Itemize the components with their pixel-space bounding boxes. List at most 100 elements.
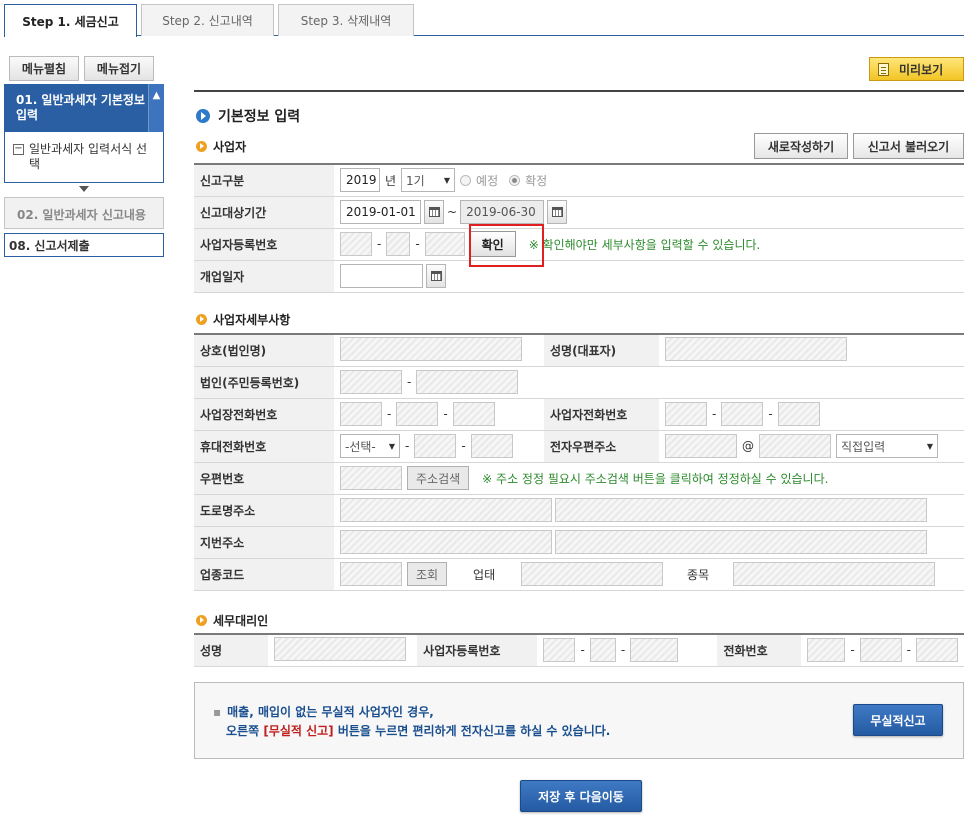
sidebar-item-submit[interactable]: 08. 신고서제출 xyxy=(4,233,164,257)
no-activity-report-button[interactable]: 무실적신고 xyxy=(853,704,943,736)
agent-table: 성명 사업자등록번호 - - 전화번호 - - xyxy=(194,633,964,667)
agent-phone-part1[interactable] xyxy=(807,638,846,663)
email-domain-select[interactable]: 직접입력 ▼ xyxy=(836,434,938,458)
details-table: 상호(법인명) 성명(대표자) 법인(주민등록번호) - 사업장전화번호 - -… xyxy=(194,333,964,591)
label-corp-number: 법인(주민등록번호) xyxy=(194,366,334,399)
office-phone-part3[interactable] xyxy=(452,402,495,426)
agent-biz-part1[interactable] xyxy=(543,638,576,663)
section-title-agent: 세무대리인 xyxy=(196,612,268,629)
save-next-button[interactable]: 저장 후 다음이동 xyxy=(520,780,642,812)
email-id-field[interactable] xyxy=(665,434,737,458)
radio-confirmed[interactable] xyxy=(509,174,521,186)
office-phone-part1[interactable] xyxy=(340,402,382,426)
label-lot-address: 지번주소 xyxy=(194,526,334,559)
mobile-part2[interactable] xyxy=(414,434,457,458)
corp-number-part1[interactable] xyxy=(340,370,402,394)
address-search-button[interactable]: 주소검색 xyxy=(407,466,470,490)
label-mobile: 휴대전화번호 xyxy=(194,430,334,463)
business-type-field[interactable] xyxy=(521,562,664,586)
mobile-part3[interactable] xyxy=(470,434,513,458)
sidebar-item-report-content[interactable]: 02. 일반과세자 신고내용 xyxy=(4,197,164,229)
representative-field[interactable] xyxy=(665,336,847,361)
biz-number-part1[interactable] xyxy=(340,232,372,256)
agent-phone-part2[interactable] xyxy=(859,638,902,663)
corp-number-part2[interactable] xyxy=(416,370,519,394)
lookup-button[interactable]: 조회 xyxy=(407,562,448,586)
menu-collapse-button[interactable]: 메뉴접기 xyxy=(84,56,154,81)
label-report-type: 신고구분 xyxy=(194,164,334,197)
chevron-up-icon[interactable]: ▲ xyxy=(148,84,164,132)
label-company-name: 상호(법인명) xyxy=(194,334,334,367)
biz-phone-part3[interactable] xyxy=(777,402,820,426)
business-table: 신고구분 2019 년 1기 ▼ 예정 확정 신고대상기간 2019-01-01 … xyxy=(194,163,964,293)
label-biz-phone: 사업자전화번호 xyxy=(544,398,659,431)
sidebar-item-basic-info[interactable]: 01. 일반과세자 기본정보 입력 ▲ xyxy=(4,84,164,132)
industry-code-field[interactable] xyxy=(340,562,402,586)
preview-button[interactable]: 미리보기 xyxy=(869,57,964,81)
section-title-text: 사업자 xyxy=(213,140,247,154)
tab-step3[interactable]: Step 3. 삭제내역 xyxy=(278,4,414,36)
arrow-circle-icon xyxy=(196,109,210,123)
biz-number-part2[interactable] xyxy=(386,232,411,256)
dash: - xyxy=(387,407,392,421)
period-end-field[interactable]: 2019-06-30 xyxy=(460,200,545,224)
label-agent-phone: 전화번호 xyxy=(717,634,802,667)
open-date-field[interactable] xyxy=(340,264,423,288)
agent-biz-part2[interactable] xyxy=(589,638,616,663)
sidebar-subitem-label: 일반과세자 입력서식 선택 xyxy=(29,142,148,171)
document-icon xyxy=(878,62,889,76)
company-name-field[interactable] xyxy=(340,336,522,361)
notice-line1: 매출, 매입이 없는 무실적 사업자인 경우, xyxy=(227,705,434,719)
section-title-details: 사업자세부사항 xyxy=(196,311,290,328)
lot-address-field2[interactable] xyxy=(555,530,927,554)
radio-planned-label: 예정 xyxy=(476,173,499,188)
bullet-icon xyxy=(196,615,207,626)
agent-phone-part3[interactable] xyxy=(916,638,958,663)
page-title-text: 기본정보 입력 xyxy=(218,109,301,125)
calendar-icon[interactable] xyxy=(424,200,444,224)
calendar-icon[interactable] xyxy=(547,200,568,224)
agent-biz-part3[interactable] xyxy=(630,638,679,663)
tab-step2[interactable]: Step 2. 신고내역 xyxy=(141,4,274,36)
biz-phone-part1[interactable] xyxy=(665,402,707,426)
dash: - xyxy=(850,643,855,658)
dash: - xyxy=(768,407,773,421)
mobile-select-value: -선택- xyxy=(345,439,376,454)
email-domain-field[interactable] xyxy=(759,434,831,458)
bullet: ▪ xyxy=(213,705,222,719)
business-item-field[interactable] xyxy=(733,562,936,586)
biz-phone-part2[interactable] xyxy=(721,402,764,426)
zip-field[interactable] xyxy=(340,466,402,490)
period-start-field[interactable]: 2019-01-01 xyxy=(340,200,421,224)
label-business-type: 업태 xyxy=(473,567,496,582)
label-agent-name: 성명 xyxy=(194,634,268,667)
tab-step1[interactable]: Step 1. 세금신고 xyxy=(4,4,137,37)
load-form-button[interactable]: 신고서 불러오기 xyxy=(853,133,964,159)
section-title-business: 사업자 xyxy=(196,138,246,155)
down-arrow-icon xyxy=(79,186,89,192)
label-representative: 성명(대표자) xyxy=(544,334,659,367)
year-field[interactable]: 2019 xyxy=(340,168,380,193)
new-form-button[interactable]: 새로작성하기 xyxy=(754,133,848,159)
menu-expand-button[interactable]: 메뉴펼침 xyxy=(9,56,79,81)
period-select[interactable]: 1기 ▼ xyxy=(401,168,456,193)
mobile-carrier-select[interactable]: -선택- ▼ xyxy=(340,434,400,458)
road-address-field1[interactable] xyxy=(340,498,552,522)
sidebar-subitem-form-select[interactable]: − 일반과세자 입력서식 선택 xyxy=(4,132,164,183)
confirm-note: ※ 확인해야만 세부사항을 입력할 수 있습니다. xyxy=(528,237,761,252)
dash: - xyxy=(415,237,420,251)
label-business-item: 종목 xyxy=(687,567,710,582)
biz-number-part3[interactable] xyxy=(424,232,465,256)
lot-address-field1[interactable] xyxy=(340,530,552,554)
radio-planned[interactable] xyxy=(460,174,472,186)
dash: - xyxy=(443,407,448,421)
calendar-icon[interactable] xyxy=(426,264,446,288)
agent-name-field[interactable] xyxy=(273,636,406,661)
road-address-field2[interactable] xyxy=(555,498,927,522)
minus-box-icon: − xyxy=(13,143,24,155)
label-agent-biz-number: 사업자등록번호 xyxy=(417,634,538,667)
label-office-phone: 사업장전화번호 xyxy=(194,398,334,431)
bullet-icon xyxy=(196,141,207,152)
caret-down-icon: ▼ xyxy=(443,175,451,185)
office-phone-part2[interactable] xyxy=(396,402,439,426)
